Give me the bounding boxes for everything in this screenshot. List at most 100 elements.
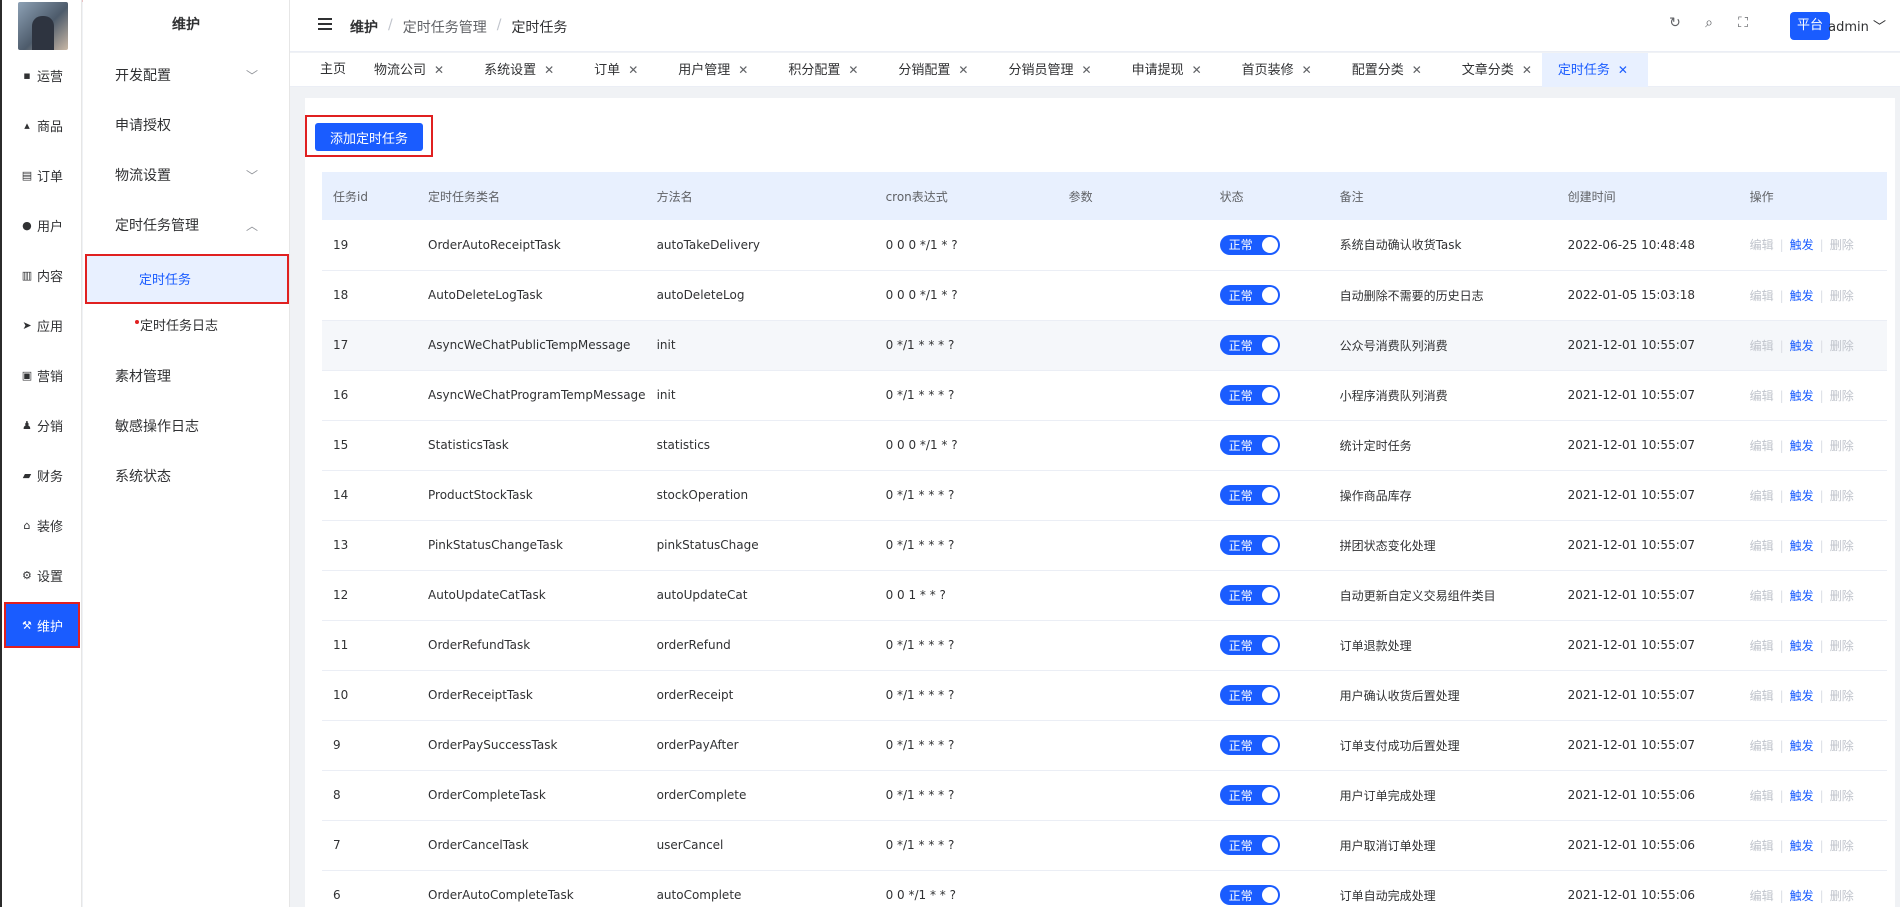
- tab-home[interactable]: 主页: [290, 53, 366, 87]
- tab-system-settings[interactable]: 系统设置 ✕: [454, 53, 564, 87]
- delete-link[interactable]: 删除: [1830, 289, 1854, 303]
- status-switch[interactable]: 正常: [1219, 535, 1280, 555]
- delete-link[interactable]: 删除: [1830, 789, 1854, 803]
- delete-link[interactable]: 删除: [1830, 238, 1854, 252]
- delete-link[interactable]: 删除: [1830, 889, 1854, 903]
- status-switch[interactable]: 正常: [1219, 385, 1280, 405]
- delete-link[interactable]: 删除: [1830, 839, 1854, 853]
- edit-link[interactable]: 编辑: [1750, 439, 1774, 453]
- trigger-link[interactable]: 触发: [1790, 439, 1814, 453]
- delete-link[interactable]: 删除: [1830, 489, 1854, 503]
- rail-item-distribution[interactable]: ♟ 分销: [4, 402, 80, 448]
- status-switch[interactable]: 正常: [1219, 285, 1280, 305]
- user-menu[interactable]: admin ﹀: [1828, 16, 1886, 35]
- trigger-link[interactable]: 触发: [1790, 539, 1814, 553]
- submenu-item-apply-auth[interactable]: 申请授权: [83, 101, 290, 151]
- tab-user-management[interactable]: 用户管理 ✕: [648, 53, 758, 87]
- close-icon[interactable]: ✕: [1412, 63, 1422, 77]
- trigger-link[interactable]: 触发: [1790, 238, 1814, 252]
- delete-link[interactable]: 删除: [1830, 389, 1854, 403]
- submenu-item-materials[interactable]: 素材管理: [83, 352, 290, 402]
- close-icon[interactable]: ✕: [848, 63, 858, 77]
- rail-item-marketing[interactable]: ▣ 营销: [4, 352, 80, 398]
- delete-link[interactable]: 删除: [1830, 639, 1854, 653]
- fullscreen-icon[interactable]: ⛶: [1736, 15, 1750, 31]
- edit-link[interactable]: 编辑: [1750, 689, 1774, 703]
- status-switch[interactable]: 正常: [1219, 835, 1280, 855]
- edit-link[interactable]: 编辑: [1750, 739, 1774, 753]
- close-icon[interactable]: ✕: [1618, 63, 1628, 77]
- platform-button[interactable]: 平台: [1790, 12, 1830, 40]
- refresh-icon[interactable]: ↻: [1668, 15, 1682, 31]
- close-icon[interactable]: ✕: [434, 63, 444, 77]
- edit-link[interactable]: 编辑: [1750, 289, 1774, 303]
- breadcrumb-item[interactable]: 定时任务管理: [403, 17, 487, 37]
- edit-link[interactable]: 编辑: [1750, 489, 1774, 503]
- breadcrumb-item[interactable]: 维护: [350, 17, 378, 37]
- add-task-button[interactable]: 添加定时任务: [315, 123, 423, 151]
- tab-distribution-config[interactable]: 分销配置 ✕: [868, 53, 978, 87]
- close-icon[interactable]: ✕: [738, 63, 748, 77]
- trigger-link[interactable]: 触发: [1790, 739, 1814, 753]
- tab-points-config[interactable]: 积分配置 ✕: [758, 53, 868, 87]
- status-switch[interactable]: 正常: [1219, 885, 1280, 905]
- delete-link[interactable]: 删除: [1830, 439, 1854, 453]
- delete-link[interactable]: 删除: [1830, 539, 1854, 553]
- trigger-link[interactable]: 触发: [1790, 289, 1814, 303]
- avatar[interactable]: [18, 2, 68, 50]
- edit-link[interactable]: 编辑: [1750, 789, 1774, 803]
- rail-item-maintenance[interactable]: ⚒ 维护: [4, 602, 80, 648]
- menu-toggle-icon[interactable]: [318, 18, 332, 30]
- rail-item-settings[interactable]: ⚙ 设置: [4, 552, 80, 598]
- close-icon[interactable]: ✕: [1082, 63, 1092, 77]
- status-switch[interactable]: 正常: [1219, 785, 1280, 805]
- status-switch[interactable]: 正常: [1219, 485, 1280, 505]
- status-switch[interactable]: 正常: [1219, 335, 1280, 355]
- delete-link[interactable]: 删除: [1830, 689, 1854, 703]
- rail-item-users[interactable]: ● 用户: [4, 202, 80, 248]
- rail-item-products[interactable]: ▴ 商品: [4, 102, 80, 148]
- rail-item-apps[interactable]: ➤ 应用: [4, 302, 80, 348]
- edit-link[interactable]: 编辑: [1750, 389, 1774, 403]
- status-switch[interactable]: 正常: [1219, 735, 1280, 755]
- close-icon[interactable]: ✕: [628, 63, 638, 77]
- trigger-link[interactable]: 触发: [1790, 639, 1814, 653]
- edit-link[interactable]: 编辑: [1750, 238, 1774, 252]
- trigger-link[interactable]: 触发: [1790, 789, 1814, 803]
- rail-item-decoration[interactable]: ⌂ 装修: [4, 502, 80, 548]
- tab-config-category[interactable]: 配置分类 ✕: [1322, 53, 1432, 87]
- close-icon[interactable]: ✕: [1522, 63, 1532, 77]
- delete-link[interactable]: 删除: [1830, 589, 1854, 603]
- edit-link[interactable]: 编辑: [1750, 639, 1774, 653]
- tab-orders[interactable]: 订单 ✕: [564, 53, 648, 87]
- tab-distributor-management[interactable]: 分销员管理 ✕: [978, 53, 1101, 87]
- submenu-item-task-management[interactable]: 定时任务管理 ︿: [83, 201, 290, 251]
- trigger-link[interactable]: 触发: [1790, 889, 1814, 903]
- trigger-link[interactable]: 触发: [1790, 489, 1814, 503]
- submenu-item-dev-config[interactable]: 开发配置 ﹀: [83, 51, 290, 101]
- tab-scheduled-tasks[interactable]: 定时任务 ✕: [1541, 53, 1648, 87]
- trigger-link[interactable]: 触发: [1790, 339, 1814, 353]
- trigger-link[interactable]: 触发: [1790, 839, 1814, 853]
- rail-item-orders[interactable]: ▤ 订单: [4, 152, 80, 198]
- tab-withdrawal[interactable]: 申请提现 ✕: [1102, 53, 1212, 87]
- delete-link[interactable]: 删除: [1830, 339, 1854, 353]
- close-icon[interactable]: ✕: [958, 63, 968, 77]
- close-icon[interactable]: ✕: [544, 63, 554, 77]
- status-switch[interactable]: 正常: [1219, 234, 1280, 255]
- status-switch[interactable]: 正常: [1219, 685, 1280, 705]
- status-switch[interactable]: 正常: [1219, 585, 1280, 605]
- rail-item-content[interactable]: ▥ 内容: [4, 252, 80, 298]
- submenu-item-scheduled-tasks[interactable]: 定时任务: [85, 254, 289, 304]
- submenu-item-logistics[interactable]: 物流设置 ﹀: [83, 151, 290, 201]
- trigger-link[interactable]: 触发: [1790, 589, 1814, 603]
- tab-home-decoration[interactable]: 首页装修 ✕: [1212, 53, 1322, 87]
- status-switch[interactable]: 正常: [1219, 635, 1280, 655]
- submenu-item-system-status[interactable]: 系统状态: [83, 452, 290, 502]
- edit-link[interactable]: 编辑: [1750, 539, 1774, 553]
- rail-item-finance[interactable]: ▰ 财务: [4, 452, 80, 498]
- trigger-link[interactable]: 触发: [1790, 389, 1814, 403]
- search-icon[interactable]: ⌕: [1702, 15, 1716, 31]
- edit-link[interactable]: 编辑: [1750, 889, 1774, 903]
- submenu-item-sensitive-log[interactable]: 敏感操作日志: [83, 402, 290, 452]
